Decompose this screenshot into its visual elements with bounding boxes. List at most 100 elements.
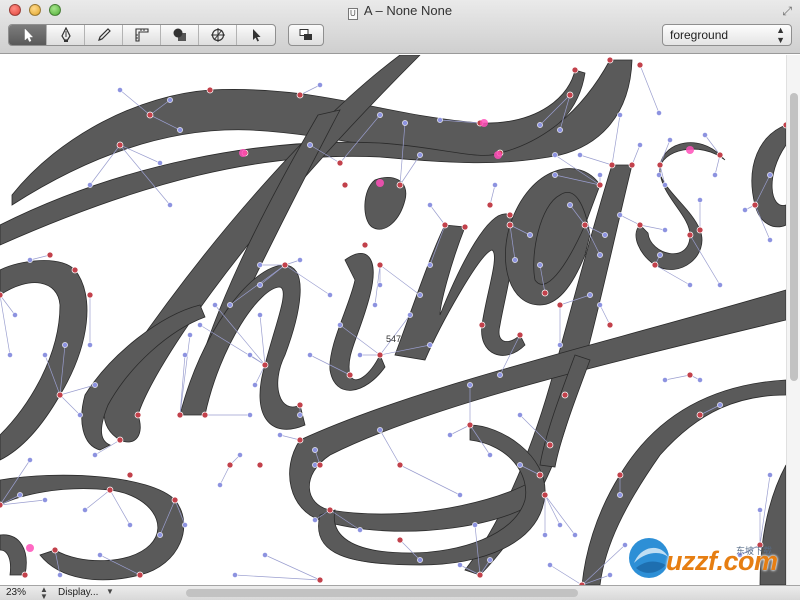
- oncurve-node[interactable]: [146, 111, 154, 119]
- offcurve-point[interactable]: [537, 122, 543, 128]
- offcurve-point[interactable]: [227, 302, 233, 308]
- offcurve-point[interactable]: [177, 127, 183, 133]
- oncurve-node[interactable]: [226, 461, 234, 469]
- offcurve-point[interactable]: [697, 197, 703, 203]
- oncurve-node[interactable]: [0, 291, 4, 299]
- oncurve-node[interactable]: [651, 261, 659, 269]
- offcurve-point[interactable]: [12, 312, 18, 318]
- oncurve-node[interactable]: [396, 461, 404, 469]
- knife-tool-button[interactable]: [199, 25, 237, 45]
- oncurve-node[interactable]: [686, 371, 694, 379]
- offcurve-point[interactable]: [457, 492, 463, 498]
- oncurve-node[interactable]: [716, 151, 724, 159]
- offcurve-point[interactable]: [427, 262, 433, 268]
- oncurve-node[interactable]: [616, 471, 624, 479]
- oncurve-node[interactable]: [561, 391, 569, 399]
- fullscreen-arrows-icon[interactable]: ⤢: [782, 4, 792, 19]
- offcurve-point[interactable]: [657, 252, 663, 258]
- oncurve-node[interactable]: [541, 491, 549, 499]
- oncurve-node[interactable]: [396, 536, 404, 544]
- offcurve-point[interactable]: [257, 282, 263, 288]
- offcurve-point[interactable]: [572, 532, 578, 538]
- offcurve-point[interactable]: [87, 182, 93, 188]
- oncurve-node[interactable]: [281, 261, 289, 269]
- offcurve-point[interactable]: [262, 552, 268, 558]
- oncurve-node[interactable]: [556, 301, 564, 309]
- offcurve-point[interactable]: [537, 262, 543, 268]
- oncurve-node[interactable]: [206, 86, 214, 94]
- offcurve-point[interactable]: [702, 132, 708, 138]
- offcurve-point[interactable]: [557, 127, 563, 133]
- oncurve-node[interactable]: [136, 571, 144, 579]
- selected-node[interactable]: [686, 146, 694, 154]
- offcurve-point[interactable]: [77, 412, 83, 418]
- offcurve-point[interactable]: [127, 522, 133, 528]
- offcurve-point[interactable]: [157, 160, 163, 166]
- offcurve-point[interactable]: [577, 152, 583, 158]
- oncurve-node[interactable]: [506, 221, 514, 229]
- offcurve-point[interactable]: [402, 120, 408, 126]
- oncurve-node[interactable]: [171, 496, 179, 504]
- oncurve-node[interactable]: [596, 181, 604, 189]
- offcurve-point[interactable]: [82, 507, 88, 513]
- offcurve-point[interactable]: [277, 432, 283, 438]
- offcurve-point[interactable]: [247, 412, 253, 418]
- offcurve-point[interactable]: [497, 372, 503, 378]
- offcurve-point[interactable]: [656, 110, 662, 116]
- offcurve-point[interactable]: [617, 212, 623, 218]
- oncurve-node[interactable]: [296, 436, 304, 444]
- oncurve-node[interactable]: [536, 471, 544, 479]
- oncurve-node[interactable]: [486, 201, 494, 209]
- offcurve-point[interactable]: [527, 232, 533, 238]
- offcurve-point[interactable]: [97, 552, 103, 558]
- oncurve-node[interactable]: [751, 201, 759, 209]
- offcurve-point[interactable]: [377, 112, 383, 118]
- offcurve-point[interactable]: [57, 572, 63, 578]
- offcurve-point[interactable]: [312, 517, 318, 523]
- offcurve-point[interactable]: [357, 527, 363, 533]
- oncurve-node[interactable]: [361, 241, 369, 249]
- oncurve-node[interactable]: [636, 221, 644, 229]
- oncurve-node[interactable]: [546, 441, 554, 449]
- offcurve-point[interactable]: [687, 282, 693, 288]
- oncurve-node[interactable]: [21, 571, 29, 579]
- offcurve-point[interactable]: [247, 352, 253, 358]
- offcurve-point[interactable]: [297, 257, 303, 263]
- offcurve-point[interactable]: [656, 172, 662, 178]
- oncurve-node[interactable]: [541, 289, 549, 297]
- oncurve-node[interactable]: [56, 391, 64, 399]
- oncurve-node[interactable]: [316, 576, 324, 584]
- offcurve-point[interactable]: [27, 257, 33, 263]
- offcurve-point[interactable]: [42, 352, 48, 358]
- offcurve-point[interactable]: [717, 402, 723, 408]
- offcurve-point[interactable]: [447, 432, 453, 438]
- offcurve-point[interactable]: [607, 572, 613, 578]
- oncurve-node[interactable]: [461, 223, 469, 231]
- offcurve-point[interactable]: [307, 352, 313, 358]
- offcurve-point[interactable]: [232, 572, 238, 578]
- offcurve-point[interactable]: [512, 257, 518, 263]
- selected-node[interactable]: [494, 151, 502, 159]
- offcurve-point[interactable]: [92, 382, 98, 388]
- offcurve-point[interactable]: [717, 282, 723, 288]
- offcurve-point[interactable]: [182, 352, 188, 358]
- offcurve-point[interactable]: [437, 117, 443, 123]
- offcurve-point[interactable]: [662, 182, 668, 188]
- offcurve-point[interactable]: [417, 557, 423, 563]
- offcurve-point[interactable]: [427, 342, 433, 348]
- offcurve-point[interactable]: [257, 262, 263, 268]
- oncurve-node[interactable]: [686, 231, 694, 239]
- oncurve-node[interactable]: [341, 181, 349, 189]
- offcurve-point[interactable]: [557, 342, 563, 348]
- offcurve-point[interactable]: [407, 312, 413, 318]
- oncurve-node[interactable]: [126, 471, 134, 479]
- oncurve-node[interactable]: [396, 181, 404, 189]
- oncurve-node[interactable]: [606, 321, 614, 329]
- offcurve-point[interactable]: [487, 557, 493, 563]
- oncurve-node[interactable]: [376, 351, 384, 359]
- offcurve-point[interactable]: [327, 292, 333, 298]
- oncurve-node[interactable]: [566, 91, 574, 99]
- offcurve-point[interactable]: [492, 182, 498, 188]
- offcurve-point[interactable]: [617, 112, 623, 118]
- oncurve-node[interactable]: [466, 421, 474, 429]
